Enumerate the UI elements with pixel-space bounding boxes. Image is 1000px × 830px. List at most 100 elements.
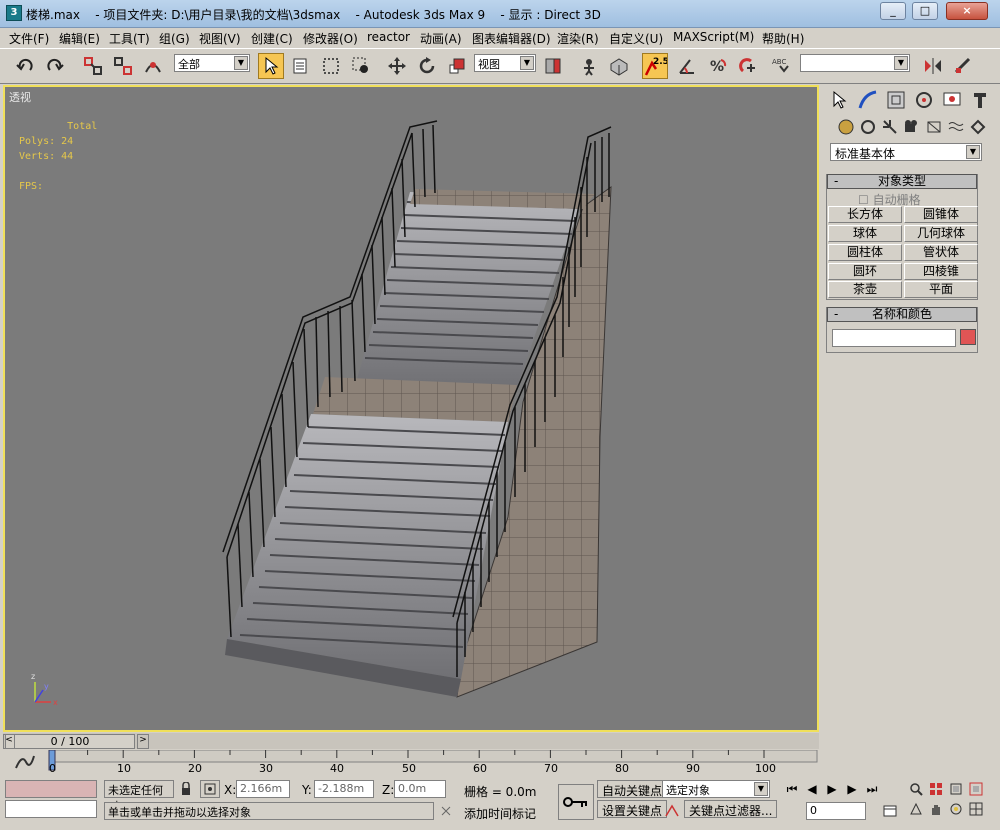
menu-help[interactable]: 帮助(H) [762, 30, 804, 47]
current-frame-field[interactable]: 0 [806, 802, 866, 820]
pan-icon[interactable] [926, 800, 946, 818]
menu-edit[interactable]: 编辑(E) [59, 30, 100, 47]
go-to-end-icon[interactable]: ⏭ [862, 780, 882, 798]
display-tab-icon[interactable] [940, 88, 964, 112]
systems-category-icon[interactable] [966, 115, 990, 139]
shapes-category-icon[interactable] [856, 115, 880, 139]
menu-reactor[interactable]: reactor [367, 30, 410, 44]
menu-create[interactable]: 创建(C) [251, 30, 293, 47]
plane-button[interactable]: 平面 [904, 281, 978, 298]
pivot-point-icon[interactable] [540, 53, 566, 79]
time-tag-icon[interactable] [436, 802, 456, 820]
box-button[interactable]: 长方体 [828, 206, 902, 223]
redo-icon[interactable] [42, 53, 68, 79]
next-frame-icon[interactable]: ▶ [842, 780, 862, 798]
pyramid-button[interactable]: 四棱锥 [904, 263, 978, 280]
select-and-link-icon[interactable] [80, 53, 106, 79]
reference-coordinate-dropdown[interactable]: 视图 ▼ [474, 54, 536, 72]
menu-rendering[interactable]: 渲染(R) [557, 30, 599, 47]
menu-maxscript[interactable]: MAXScript(M) [673, 30, 754, 44]
object-type-header[interactable]: - 对象类型 [827, 174, 977, 189]
maximize-button[interactable]: □ [912, 2, 938, 20]
key-filters-button[interactable]: 关键点过滤器... [684, 800, 778, 818]
time-configuration-icon[interactable] [880, 802, 900, 820]
select-and-manipulate-icon[interactable] [576, 53, 602, 79]
menu-file[interactable]: 文件(F) [9, 30, 49, 47]
auto-key-button[interactable]: 自动关键点 [597, 780, 668, 798]
x-coordinate-field[interactable]: 2.166m [236, 780, 290, 798]
perspective-viewport[interactable]: 透视 Total Polys: 24 Verts: 44 FPS: z x y [3, 85, 819, 732]
absolute-mode-icon[interactable] [200, 780, 220, 798]
staircase-model[interactable]: z x y [5, 87, 819, 732]
utilities-tab-icon[interactable] [968, 88, 992, 112]
zoom-extents-icon[interactable] [946, 780, 966, 798]
rectangular-selection-icon[interactable] [318, 53, 344, 79]
time-slider[interactable]: 0 / 100 [5, 734, 135, 749]
torus-button[interactable]: 圆环 [828, 263, 902, 280]
move-icon[interactable] [384, 53, 410, 79]
arc-rotate-icon[interactable] [946, 800, 966, 818]
percent-snap-icon[interactable]: % [704, 53, 730, 79]
app-icon[interactable]: 3 [6, 5, 22, 21]
edit-named-selection-icon[interactable]: ABC [770, 53, 796, 79]
menu-animation[interactable]: 动画(A) [420, 30, 462, 47]
set-key-icon[interactable] [558, 784, 594, 820]
object-color-swatch[interactable] [960, 329, 976, 345]
bind-to-space-warp-icon[interactable] [140, 53, 166, 79]
motion-tab-icon[interactable] [912, 88, 936, 112]
cone-button[interactable]: 圆锥体 [904, 206, 978, 223]
space-warps-category-icon[interactable] [944, 115, 968, 139]
play-icon[interactable]: ▶ [822, 780, 842, 798]
default-tangent-icon[interactable] [662, 802, 682, 820]
maximize-viewport-icon[interactable] [966, 800, 986, 818]
curve-editor-icon[interactable] [14, 752, 36, 772]
lights-category-icon[interactable] [878, 115, 902, 139]
object-category-dropdown[interactable]: 标准基本体 ▼ [830, 143, 982, 161]
align-icon[interactable] [950, 53, 976, 79]
previous-frame-icon[interactable]: ◀ [802, 780, 822, 798]
select-object-icon[interactable] [258, 53, 284, 79]
select-by-name-icon[interactable] [288, 53, 314, 79]
object-name-field[interactable] [832, 329, 956, 347]
lock-icon[interactable] [176, 780, 196, 798]
spinner-snap-icon[interactable] [734, 53, 760, 79]
modify-tab-icon[interactable] [856, 88, 880, 112]
menu-graph-editors[interactable]: 图表编辑器(D) [472, 30, 551, 47]
geometry-category-icon[interactable] [834, 115, 858, 139]
close-button[interactable]: × [946, 2, 988, 20]
menu-customize[interactable]: 自定义(U) [609, 30, 663, 47]
create-tab-icon[interactable] [828, 88, 852, 112]
add-time-tag[interactable]: 添加时间标记 [464, 805, 536, 822]
menu-modifiers[interactable]: 修改器(O) [303, 30, 358, 47]
minimize-button[interactable]: _ [880, 2, 906, 20]
field-of-view-icon[interactable] [906, 800, 926, 818]
mirror-icon[interactable] [920, 53, 946, 79]
keyboard-shortcut-override-icon[interactable] [606, 53, 632, 79]
slider-left-arrow[interactable]: < [3, 734, 15, 749]
z-coordinate-field[interactable]: 0.0m [394, 780, 446, 798]
zoom-icon[interactable] [906, 780, 926, 798]
angle-snap-icon[interactable] [674, 53, 700, 79]
selected-object-dropdown[interactable]: 选定对象 ▼ [662, 780, 770, 798]
teapot-button[interactable]: 茶壶 [828, 281, 902, 298]
menu-group[interactable]: 组(G) [159, 30, 190, 47]
sphere-button[interactable]: 球体 [828, 225, 902, 242]
go-to-start-icon[interactable]: ⏮ [782, 780, 802, 798]
slider-right-arrow[interactable]: > [137, 734, 149, 749]
maxscript-listener-pink[interactable] [5, 780, 97, 798]
snaps-toggle-icon[interactable]: 2.5 [642, 53, 668, 79]
name-color-header[interactable]: - 名称和颜色 [827, 307, 977, 322]
menu-views[interactable]: 视图(V) [199, 30, 241, 47]
menu-tools[interactable]: 工具(T) [109, 30, 150, 47]
rotate-icon[interactable] [414, 53, 440, 79]
set-key-button[interactable]: 设置关键点 [597, 800, 668, 818]
geosphere-button[interactable]: 几何球体 [904, 225, 978, 242]
named-selection-sets-dropdown[interactable]: ▼ [800, 54, 910, 72]
maxscript-listener-white[interactable] [5, 800, 97, 818]
y-coordinate-field[interactable]: -2.188m [314, 780, 374, 798]
hierarchy-tab-icon[interactable] [884, 88, 908, 112]
helpers-category-icon[interactable] [922, 115, 946, 139]
tube-button[interactable]: 管状体 [904, 244, 978, 261]
zoom-all-icon[interactable] [926, 780, 946, 798]
window-crossing-icon[interactable] [348, 53, 374, 79]
